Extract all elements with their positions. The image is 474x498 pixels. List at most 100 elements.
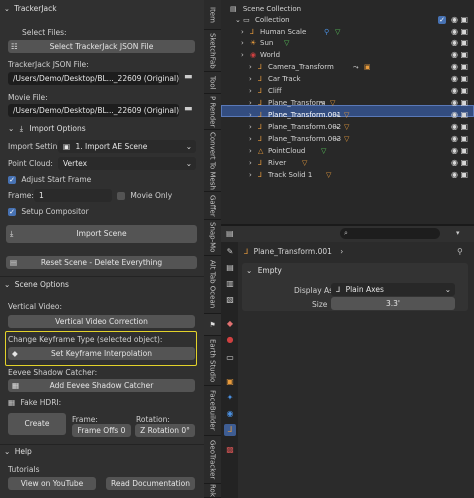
outliner-row[interactable]: › ⅃ Plane_Transform.003 ⤳ ▽ ◉ ▣ [221, 133, 474, 145]
outliner-row[interactable]: › ☀ Sun ▽ ◉ ▣ [221, 37, 474, 49]
tab-tool[interactable]: Tool [204, 72, 221, 94]
camera-icon[interactable]: ▣ [460, 109, 468, 121]
scene-options-header[interactable]: ⌄ Scene Options [4, 278, 69, 292]
camera-icon[interactable]: ▣ [460, 133, 468, 145]
outliner-row[interactable]: › ⅃ River ▽ ◉ ▣ [221, 157, 474, 169]
tab-geotracker[interactable]: GeoTracker [204, 436, 221, 484]
world-tab-icon[interactable]: ● [224, 334, 236, 346]
frame-offset-field[interactable]: Frame Offs 0 [72, 424, 131, 437]
outliner-row[interactable]: › ⅃ Plane_Transform.001 ⤳ ▽ ◉ ▣ [221, 109, 474, 121]
tab-earth-studio[interactable]: Earth Studio [204, 336, 221, 386]
eye-icon[interactable]: ◉ [451, 109, 458, 121]
outliner-row[interactable]: › △ PointCloud ▽ ◉ ▣ [221, 145, 474, 157]
chevron-right-icon[interactable]: › [249, 73, 252, 85]
tab-gaffer[interactable]: Gaffer [204, 192, 221, 220]
folder-icon[interactable]: ▬ [184, 72, 195, 85]
outliner-row[interactable]: › ⅃ Track Solid 1 ▽ ◉ ▣ [221, 169, 474, 181]
tab-rok[interactable]: Rok [204, 484, 221, 498]
editor-type-icon[interactable]: ▤ [226, 229, 234, 238]
chevron-right-icon[interactable]: › [249, 85, 252, 97]
setup-compositor-checkbox[interactable]: ✓ Setup Compositor [8, 206, 89, 217]
eye-icon[interactable]: ◉ [451, 145, 458, 157]
vertical-video-button[interactable]: Vertical Video Correction [8, 315, 195, 328]
chevron-right-icon[interactable]: › [249, 121, 252, 133]
movie-only-checkbox[interactable]: Movie Only [117, 190, 172, 201]
camera-icon[interactable]: ▣ [460, 61, 468, 73]
view-layer-tab-icon[interactable]: ▧ [224, 294, 236, 306]
view-youtube-button[interactable]: View on YouTube [8, 477, 96, 490]
import-options-header[interactable]: ⌄ ⤓ Import Options [8, 122, 86, 136]
folder-icon[interactable]: ▬ [184, 104, 195, 117]
eye-icon[interactable]: ◉ [451, 49, 458, 61]
chevron-right-icon[interactable]: › [241, 49, 244, 61]
eye-icon[interactable]: ◉ [451, 157, 458, 169]
camera-icon[interactable]: ▣ [460, 37, 468, 49]
camera-icon[interactable]: ▣ [460, 145, 468, 157]
properties-search[interactable]: ⌕ [340, 228, 440, 239]
eye-icon[interactable]: ◉ [451, 37, 458, 49]
chevron-right-icon[interactable]: › [249, 133, 252, 145]
json-file-path-field[interactable]: /Users/Demo/Desktop/BL..._22609 (Origina… [8, 72, 179, 85]
render-tab-icon[interactable]: ▤ [224, 262, 236, 274]
outliner-collection[interactable]: ⌄ ▭ Collection ✓ ◉ ▣ [221, 14, 474, 26]
eye-icon[interactable]: ◉ [451, 97, 458, 109]
reset-scene-button[interactable]: ▤ Reset Scene - Delete Everything [6, 256, 197, 269]
tool-tab-icon[interactable]: ✎ [224, 246, 236, 258]
movie-file-path-field[interactable]: /Users/Demo/Desktop/BL..._22609 (Origina… [8, 104, 179, 117]
eye-icon[interactable]: ◉ [451, 85, 458, 97]
z-rotation-field[interactable]: Z Rotation 0° [135, 424, 195, 437]
camera-icon[interactable]: ▣ [460, 169, 468, 181]
collection-tab-icon[interactable]: ▭ [224, 352, 236, 364]
tab-facebuilder[interactable]: FaceBuilder [204, 386, 221, 436]
physics-tab-icon[interactable]: ◉ [224, 408, 236, 420]
scene-tab-icon[interactable]: ◆ [224, 318, 236, 330]
panel-header-trackerjack[interactable]: ⌄ TrackerJack [4, 2, 57, 16]
tab-p-render[interactable]: P Render [204, 94, 221, 130]
camera-icon[interactable]: ▣ [460, 14, 468, 26]
tab-snap-mo[interactable]: Snap-Mo [204, 220, 221, 256]
help-header[interactable]: ⌄ Help [4, 445, 32, 459]
camera-icon[interactable]: ▣ [460, 97, 468, 109]
add-eevee-shadow-catcher-button[interactable]: ▦ Add Eevee Shadow Catcher [8, 379, 195, 392]
empty-panel-header[interactable]: ⌄ Empty [246, 264, 282, 278]
read-documentation-button[interactable]: Read Documentation [106, 477, 195, 490]
eye-icon[interactable]: ◉ [451, 61, 458, 73]
chevron-right-icon[interactable]: › [241, 37, 244, 49]
set-keyframe-interpolation-button[interactable]: ◆ Set Keyframe Interpolation [8, 347, 195, 360]
properties-options-icon[interactable]: ▾ [456, 229, 460, 237]
chevron-right-icon[interactable]: › [249, 61, 252, 73]
create-hdri-button[interactable]: Create [8, 413, 66, 435]
outliner-row[interactable]: › ⅃ Camera_Transform ⤳ ▣ ◉ ▣ [221, 61, 474, 73]
eye-icon[interactable]: ◉ [451, 73, 458, 85]
camera-icon[interactable]: ▣ [460, 85, 468, 97]
eye-icon[interactable]: ◉ [451, 133, 458, 145]
eye-icon[interactable]: ◉ [451, 121, 458, 133]
camera-icon[interactable]: ▣ [460, 49, 468, 61]
import-settings-dropdown[interactable]: ▣ 1. Import AE Scene ⌄ [58, 140, 196, 153]
chevron-right-icon[interactable]: › [249, 157, 252, 169]
chevron-right-icon[interactable]: › [249, 97, 252, 109]
tab-convert-to-mesh[interactable]: Convert To Mesh [204, 130, 221, 192]
adjust-start-frame-checkbox[interactable]: ✓ Adjust Start Frame [8, 174, 91, 185]
import-scene-button[interactable]: ⤓ Import Scene [6, 225, 197, 243]
chevron-right-icon[interactable]: › [249, 169, 252, 181]
frame-input[interactable]: 1 [34, 189, 112, 202]
display-as-dropdown[interactable]: ⅃ Plain Axes ⌄ [331, 283, 455, 296]
camera-icon[interactable]: ▣ [460, 73, 468, 85]
tab-item[interactable]: Item [204, 0, 221, 30]
eye-icon[interactable]: ◉ [451, 169, 458, 181]
size-field[interactable]: 3.3' [331, 297, 455, 310]
camera-icon[interactable]: ▣ [460, 157, 468, 169]
texture-tab-icon[interactable]: ▩ [224, 444, 236, 456]
chevron-right-icon[interactable]: › [249, 145, 252, 157]
output-tab-icon[interactable]: ▥ [224, 278, 236, 290]
eye-icon[interactable]: ◉ [451, 14, 458, 26]
chevron-right-icon[interactable]: › [249, 109, 252, 121]
tab-sketchfab[interactable]: SketchFab [204, 30, 221, 72]
outliner-row[interactable]: › ⅃ Car Track ◉ ▣ [221, 73, 474, 85]
tab-alt-tab-ocean[interactable]: Alt Tab Ocean [204, 256, 221, 314]
tab-trackerjack[interactable]: ⚑ [204, 314, 221, 336]
outliner-row[interactable]: › ⅃ Cliff ◉ ▣ [221, 85, 474, 97]
outliner-row[interactable]: › ⅃ Plane_Transform.002 ⤳ ▽ ◉ ▣ [221, 121, 474, 133]
select-json-button[interactable]: ☷ Select TrackerJack JSON File [8, 40, 195, 53]
